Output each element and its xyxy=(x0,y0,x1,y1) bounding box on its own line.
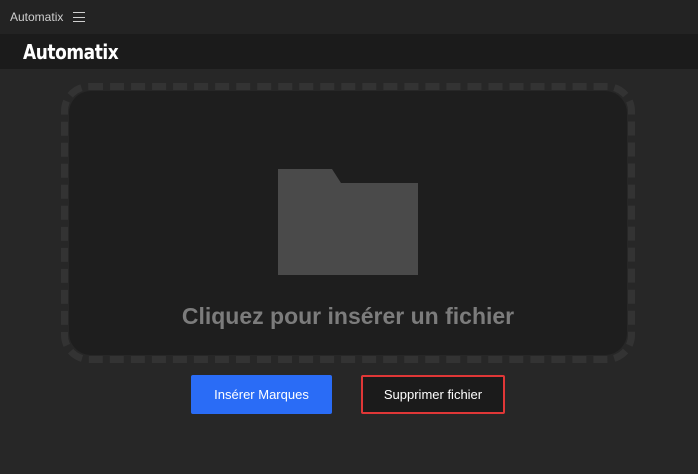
folder-icon xyxy=(278,169,418,275)
menu-line xyxy=(73,21,86,22)
hamburger-menu-icon[interactable] xyxy=(73,12,86,22)
menu-line xyxy=(73,16,86,18)
window-titlebar: Automatix xyxy=(0,0,698,34)
dropzone-label: Cliquez pour insérer un fichier xyxy=(181,303,515,329)
app-header: Automatix xyxy=(0,34,698,69)
insert-marks-button[interactable]: Insérer Marques xyxy=(191,375,332,414)
app-brand-logo: Automatix xyxy=(23,39,119,64)
window-title: Automatix xyxy=(10,10,64,24)
menu-line xyxy=(73,12,86,13)
delete-file-button[interactable]: Supprimer fichier xyxy=(361,375,505,414)
